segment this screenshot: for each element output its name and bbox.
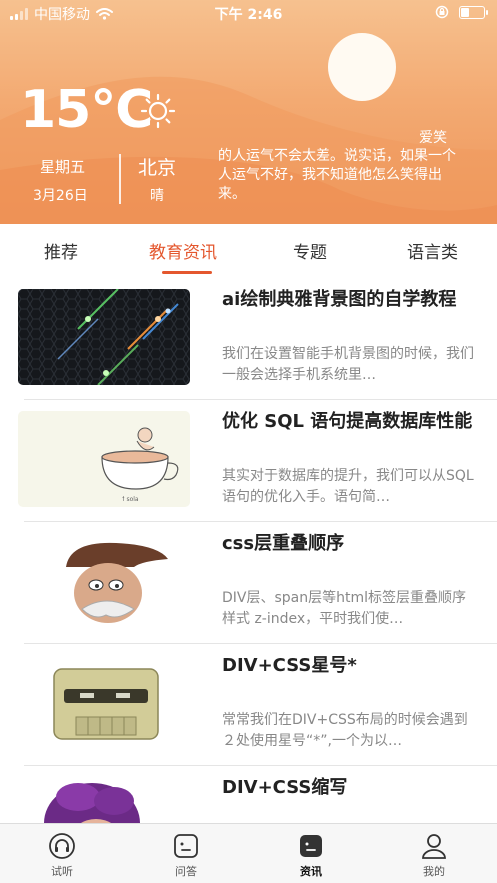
weekday-label: 星期五 bbox=[40, 158, 86, 176]
article-title: 优化 SQL 语句提高数据库性能 bbox=[222, 411, 473, 432]
sun-graphic bbox=[328, 33, 396, 101]
svg-text:ꝉ sola: ꝉ sola bbox=[122, 496, 139, 503]
article-item[interactable]: DIV+CSS星号* 常常我们在DIV+CSS布局的时候会遇到２处使用星号“*”… bbox=[0, 644, 497, 766]
nav-label: 我的 bbox=[423, 865, 445, 878]
article-list: ai绘制典雅背景图的自学教程 我们在设置智能手机背景图的时候，我们一般会选择手机… bbox=[0, 278, 497, 823]
temperature: 15℃ bbox=[20, 80, 153, 140]
weather-header: 中国移动 下午 2:46 15℃ 星期五 3月26日 北京 晴 爱笑 的人运气不… bbox=[0, 0, 497, 224]
article-summary: 其实对于数据库的提升，我们可以从SQL 语句的优化入手。语句简… bbox=[222, 468, 474, 505]
user-icon bbox=[422, 834, 446, 859]
article-item[interactable]: ai绘制典雅背景图的自学教程 我们在设置智能手机背景图的时候，我们一般会选择手机… bbox=[0, 278, 497, 400]
article-thumbnail: ꝉ sola bbox=[18, 411, 190, 507]
daily-quote: 的人运气不会太差。说实话，如果一个人运气不好，我不知道他怎么笑得出来。 bbox=[218, 148, 456, 202]
active-tab-indicator bbox=[162, 271, 212, 274]
nav-label: 资讯 bbox=[300, 865, 322, 878]
article-summary: 我们在设置智能手机背景图的时候，我们一般会选择手机系统里… bbox=[222, 346, 474, 383]
headphones-icon bbox=[49, 833, 75, 859]
article-item[interactable]: ꝉ sola 优化 SQL 语句提高数据库性能 其实对于数据库的提升，我们可以从… bbox=[0, 400, 497, 522]
article-thumbnail bbox=[18, 655, 190, 751]
news-icon bbox=[300, 835, 322, 857]
article-title: DIV+CSS缩写 bbox=[222, 777, 348, 798]
article-thumbnail bbox=[18, 289, 190, 385]
article-item[interactable]: css层重叠顺序 DIV层、span层等html标签层重叠顺序样式 z-inde… bbox=[0, 522, 497, 644]
battery-icon bbox=[459, 5, 488, 19]
tab-languages[interactable]: 语言类 bbox=[407, 238, 458, 263]
status-bar: 中国移动 下午 2:46 bbox=[0, 0, 497, 26]
article-thumbnail bbox=[18, 533, 190, 629]
nav-label: 问答 bbox=[175, 865, 197, 878]
nav-listen[interactable]: 试听 bbox=[22, 832, 102, 879]
date-label: 3月26日 bbox=[33, 188, 88, 204]
nav-profile[interactable]: 我的 bbox=[394, 832, 474, 879]
article-item[interactable]: DIV+CSS缩写 bbox=[0, 766, 497, 823]
article-title: css层重叠顺序 bbox=[222, 533, 345, 554]
chat-icon bbox=[174, 834, 198, 858]
nav-label: 试听 bbox=[51, 865, 73, 878]
article-thumbnail bbox=[18, 777, 190, 823]
tab-recommend[interactable]: 推荐 bbox=[44, 238, 78, 263]
article-title: DIV+CSS星号* bbox=[222, 655, 357, 676]
weather-condition: 晴 bbox=[150, 188, 164, 204]
article-summary: 常常我们在DIV+CSS布局的时候会遇到２处使用星号“*”,一个为以… bbox=[222, 712, 468, 749]
article-title: ai绘制典雅背景图的自学教程 bbox=[222, 289, 457, 310]
city-label: 北京 bbox=[138, 157, 177, 179]
tab-education-news[interactable]: 教育资讯 bbox=[149, 238, 217, 263]
rotation-lock-icon bbox=[435, 5, 449, 19]
nav-qa[interactable]: 问答 bbox=[146, 832, 226, 879]
bottom-navigation: 试听 问答 资讯 我的 bbox=[0, 823, 497, 883]
divider bbox=[119, 154, 121, 204]
status-time: 下午 2:46 bbox=[214, 7, 283, 23]
category-tabs: 推荐 教育资讯 专题 语言类 bbox=[0, 224, 497, 274]
nav-news[interactable]: 资讯 bbox=[271, 832, 351, 879]
tab-topics[interactable]: 专题 bbox=[293, 238, 327, 263]
sun-icon bbox=[140, 93, 176, 129]
article-summary: DIV层、span层等html标签层重叠顺序样式 z-index，平时我们使… bbox=[222, 590, 467, 627]
quote-heading: 爱笑 bbox=[419, 130, 447, 146]
